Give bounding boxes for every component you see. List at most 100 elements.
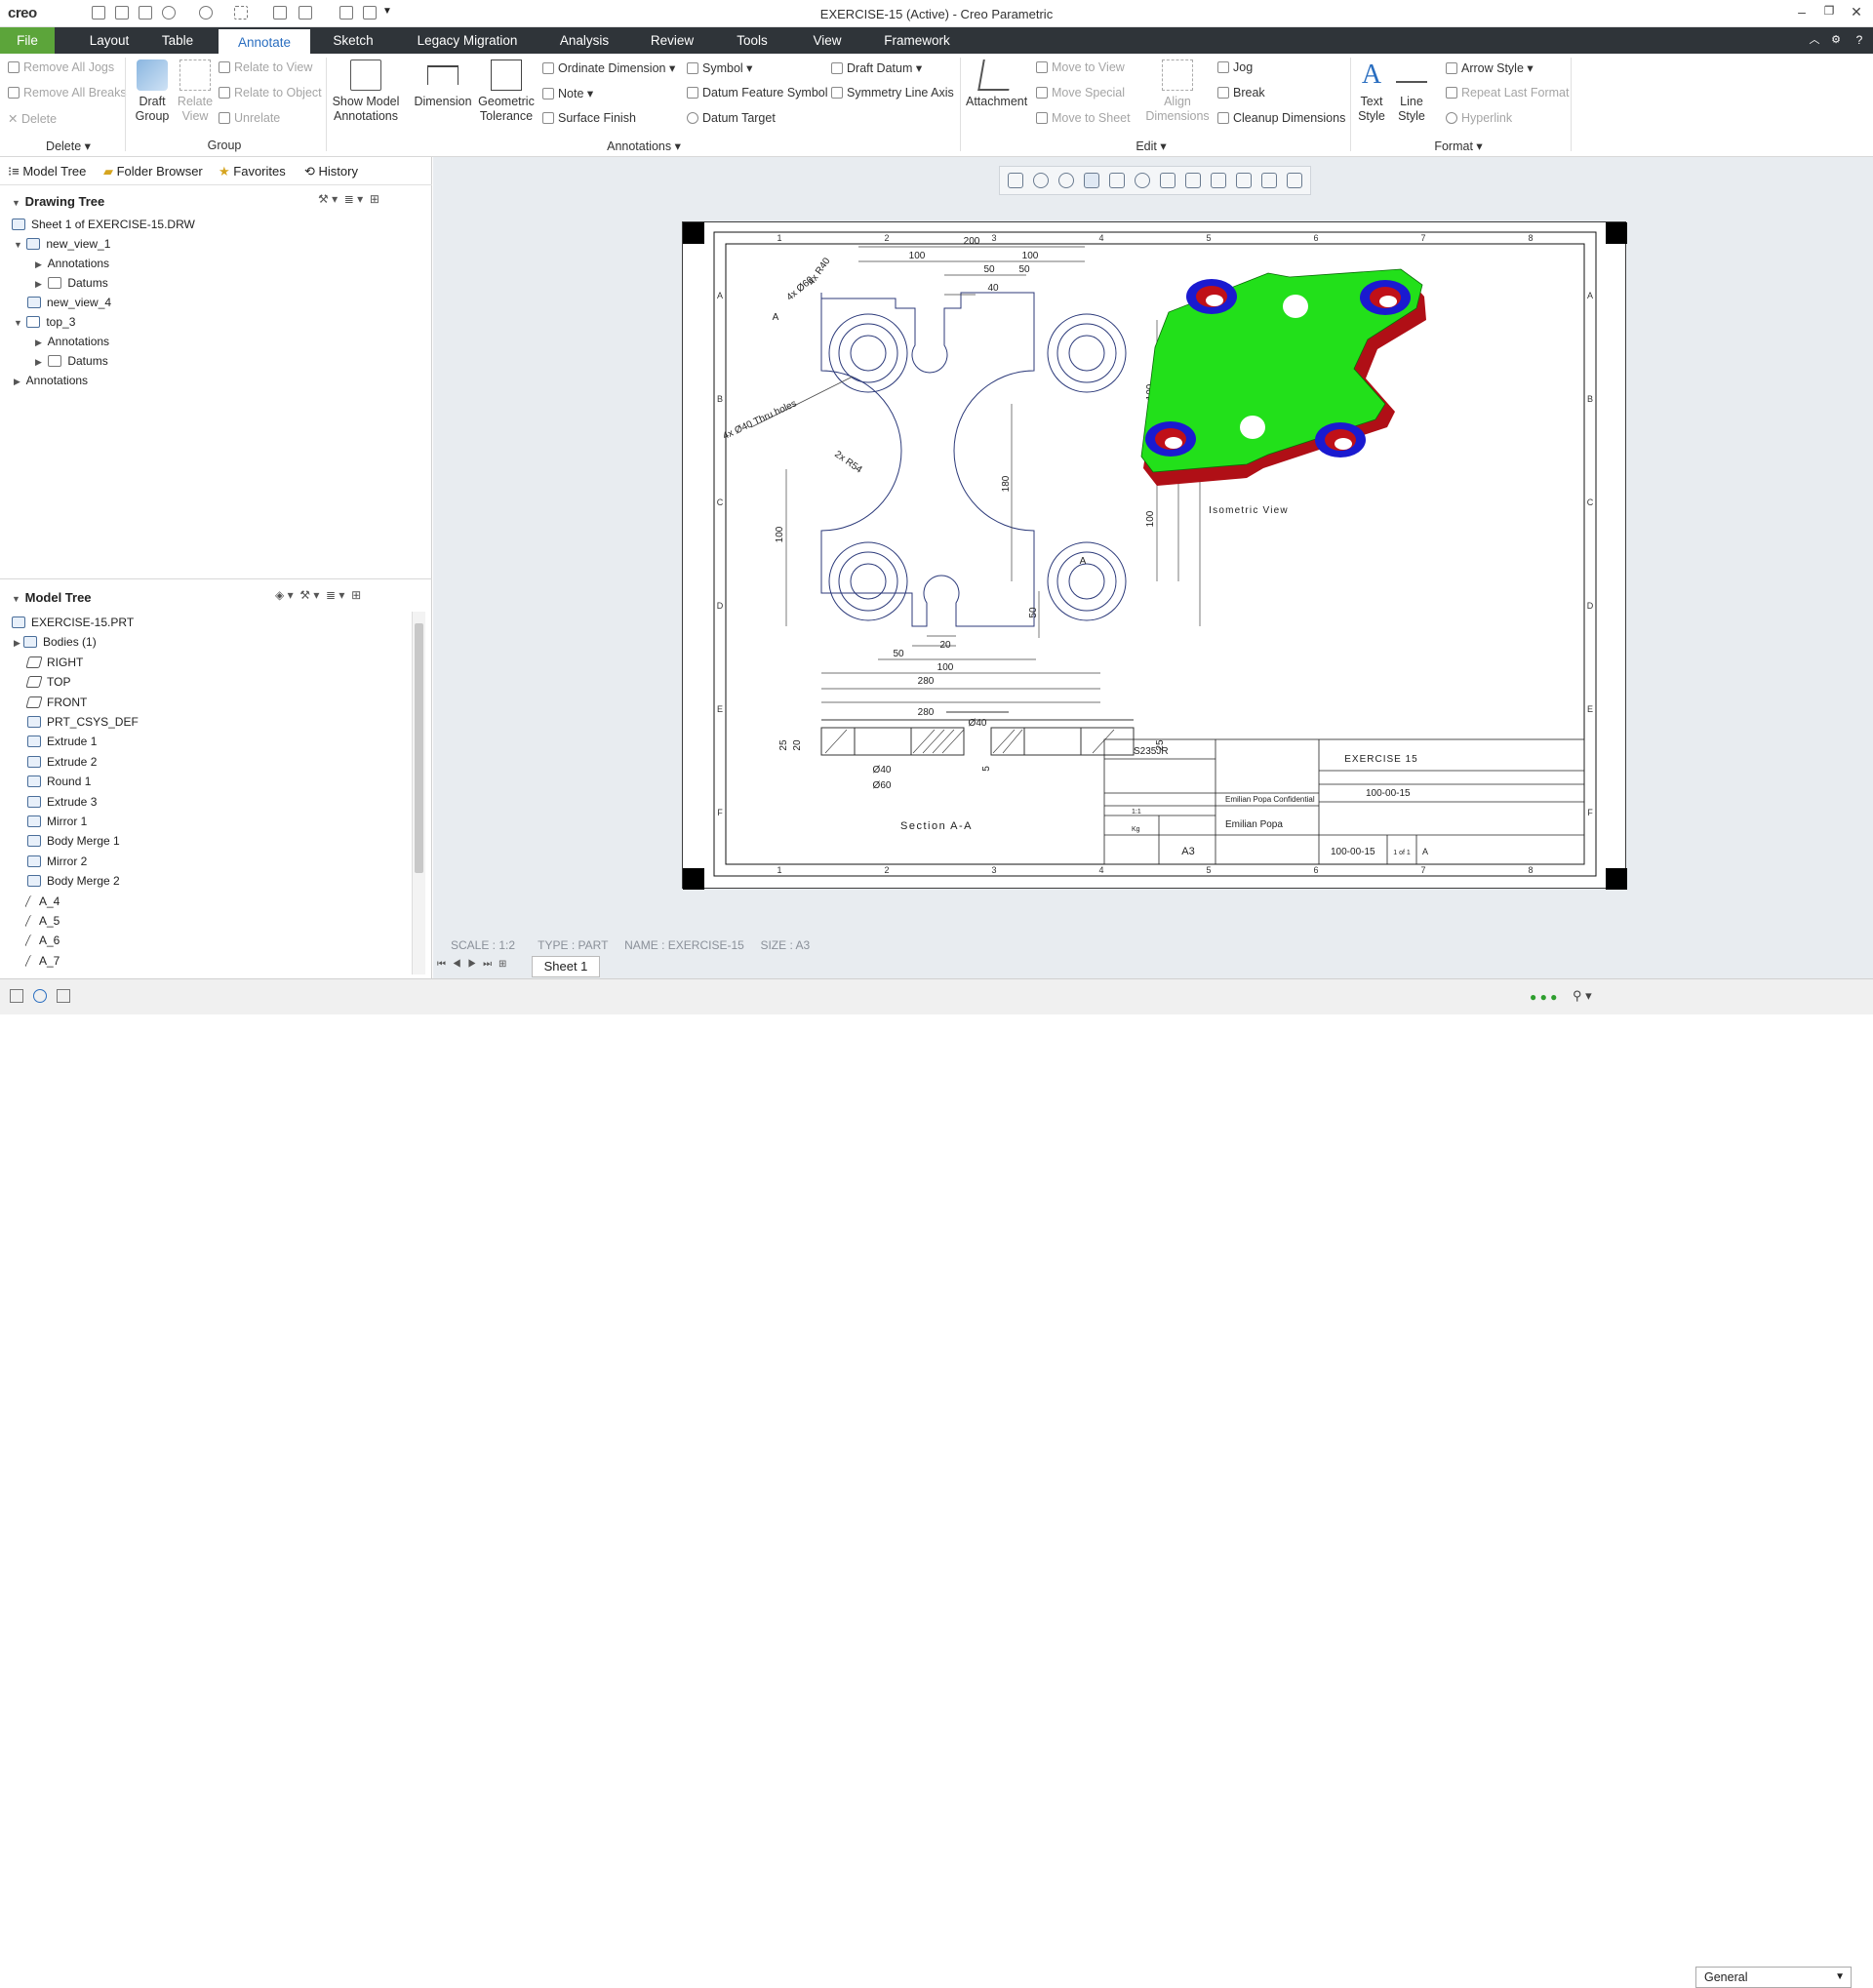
group-label-delete[interactable]: Delete ▾ <box>39 139 98 153</box>
delete-button[interactable]: ✕ Delete <box>8 111 57 126</box>
relate-to-view-button[interactable]: Relate to View <box>219 60 312 74</box>
sheet-display-icon[interactable] <box>1160 173 1176 188</box>
collapse-ribbon-icon[interactable]: ︿ <box>1805 27 1824 54</box>
repeat-last-format-button[interactable]: Repeat Last Format <box>1446 86 1569 99</box>
model-tree-item[interactable]: EXERCISE-15.PRT <box>12 616 134 629</box>
draft-group-button[interactable]: Draft Group <box>133 60 172 124</box>
tab-legacy-migration[interactable]: Legacy Migration <box>408 27 527 54</box>
restore-icon[interactable]: ❐ <box>1814 4 1844 18</box>
show-model-annotations-button[interactable]: Show Model Annotations <box>332 60 400 124</box>
tab-table[interactable]: Table <box>150 27 205 54</box>
jog-button[interactable]: Jog <box>1217 60 1253 74</box>
find-icon[interactable]: ⚲ ▾ <box>1573 988 1592 1004</box>
model-tree-item[interactable]: Extrude 1 <box>27 735 97 748</box>
tab-review[interactable]: Review <box>644 27 700 54</box>
model-tree-header[interactable]: ▼ Model Tree <box>12 590 92 605</box>
datum-display-icon[interactable] <box>1185 173 1201 188</box>
axis-display-icon[interactable] <box>1236 173 1252 188</box>
remove-all-breaks-button[interactable]: Remove All Breaks <box>8 86 127 99</box>
model-tree-item[interactable]: Round 1 <box>27 775 91 788</box>
draft-datum-button[interactable]: Draft Datum ▾ <box>831 60 922 75</box>
remove-all-jogs-button[interactable]: Remove All Jogs <box>8 60 114 74</box>
zoom-in-icon[interactable] <box>1033 173 1049 188</box>
model-tree-item[interactable]: A_5 <box>24 914 60 928</box>
csys-display-icon[interactable] <box>1287 173 1302 188</box>
tree-item-annotations[interactable]: ▶ Annotations <box>14 374 88 387</box>
tab-file[interactable]: File <box>0 27 55 54</box>
group-label-annotations[interactable]: Annotations ▾ <box>595 139 693 153</box>
full-screen-icon[interactable] <box>57 989 70 1003</box>
align-dimensions-button[interactable]: Align Dimensions <box>1143 60 1212 124</box>
surface-finish-button[interactable]: Surface Finish <box>542 111 636 125</box>
group-label-format[interactable]: Format ▾ <box>1424 139 1493 153</box>
close-app-icon[interactable]: ✕ <box>1842 4 1871 20</box>
model-tree-item[interactable]: TOP <box>25 675 70 689</box>
dimension-button[interactable]: Dimension <box>414 60 472 109</box>
model-tree-item[interactable]: FRONT <box>25 696 87 709</box>
minimize-icon[interactable]: – <box>1787 4 1816 20</box>
browser-icon[interactable] <box>33 989 47 1003</box>
tree-item-annotations[interactable]: ▶ Annotations <box>35 257 109 270</box>
model-tree-item[interactable]: PRT_CSYS_DEF <box>27 715 139 729</box>
help-icon[interactable]: ? <box>1850 27 1869 54</box>
symmetry-line-axis-button[interactable]: Symmetry Line Axis <box>831 86 954 99</box>
datum-feature-symbol-button[interactable]: Datum Feature Symbol <box>687 86 828 99</box>
model-tree-scrollbar[interactable] <box>412 612 425 974</box>
tab-tools[interactable]: Tools <box>730 27 775 54</box>
plane-display-icon[interactable] <box>1211 173 1226 188</box>
refit-icon[interactable] <box>1008 173 1023 188</box>
model-tree-settings-icon[interactable]: ◈ ▾ ⚒ ▾ ≣ ▾ ⊞ <box>275 588 361 602</box>
unrelate-button[interactable]: Unrelate <box>219 111 280 125</box>
note-button[interactable]: Note ▾ <box>542 86 593 100</box>
model-tree-item[interactable]: Extrude 2 <box>27 755 97 769</box>
cleanup-dimensions-button[interactable]: Cleanup Dimensions <box>1217 111 1345 125</box>
drawing-tree-header[interactable]: ▼ Drawing Tree <box>12 194 104 209</box>
scrollbar-thumb[interactable] <box>415 623 423 873</box>
tab-folder-browser[interactable]: ▰ Folder Browser <box>103 164 203 179</box>
sheet-nav-icons[interactable]: ⏮ ◀ ▶ ⏭ ⊞ <box>437 959 508 970</box>
geometric-tolerance-button[interactable]: Geometric Tolerance <box>476 60 537 124</box>
tree-item-annotations[interactable]: ▶ Annotations <box>35 335 109 348</box>
symbol-button[interactable]: Symbol ▾ <box>687 60 752 75</box>
model-tree-item[interactable]: Body Merge 1 <box>27 834 120 848</box>
display-style-icon[interactable] <box>1109 173 1125 188</box>
tree-item-sheet[interactable]: Sheet 1 of EXERCISE-15.DRW <box>12 218 195 231</box>
relate-to-object-button[interactable]: Relate to Object <box>219 86 322 99</box>
tab-layout[interactable]: Layout <box>78 27 140 54</box>
zoom-out-icon[interactable] <box>1058 173 1074 188</box>
datum-target-button[interactable]: Datum Target <box>687 111 776 125</box>
model-tree-item[interactable]: Body Merge 2 <box>27 874 120 888</box>
ordinate-dimension-button[interactable]: Ordinate Dimension ▾ <box>542 60 675 75</box>
line-style-button[interactable]: Line Style <box>1395 60 1428 124</box>
tab-framework[interactable]: Framework <box>876 27 958 54</box>
settings-icon[interactable]: ⚙ <box>1826 27 1846 54</box>
model-tree-item[interactable]: Extrude 3 <box>27 795 97 809</box>
tab-sketch[interactable]: Sketch <box>326 27 380 54</box>
group-label-edit[interactable]: Edit ▾ <box>1122 139 1180 153</box>
move-to-sheet-button[interactable]: Move to Sheet <box>1036 111 1131 125</box>
sheet-tab[interactable]: Sheet 1 <box>532 956 600 977</box>
model-tree-item[interactable]: A_4 <box>24 895 60 908</box>
repaint-icon[interactable] <box>1084 173 1099 188</box>
move-to-view-button[interactable]: Move to View <box>1036 60 1125 74</box>
model-tree-item[interactable]: RIGHT <box>25 656 83 669</box>
named-views-icon[interactable] <box>1135 173 1150 188</box>
attachment-button[interactable]: Attachment <box>966 60 1027 109</box>
drawing-sheet[interactable]: 1 1 2 2 3 3 4 4 5 5 6 6 7 7 8 8 A A B B C C D D E E F F 200 100 100… <box>682 221 1627 890</box>
model-tree-item[interactable]: Mirror 1 <box>27 815 87 828</box>
relate-view-button[interactable]: Relate View <box>176 60 215 124</box>
tree-settings-icon[interactable]: ⚒ ▾ ≣ ▾ ⊞ <box>318 192 379 206</box>
tab-favorites[interactable]: ★ Favorites <box>219 164 286 179</box>
text-style-button[interactable]: A Text Style <box>1356 60 1387 124</box>
tree-item-datums[interactable]: ▶ Datums <box>35 354 108 368</box>
tree-item-new-view-4[interactable]: new_view_4 <box>27 296 111 309</box>
show-navigator-icon[interactable] <box>10 989 23 1003</box>
tab-model-tree[interactable]: ⁝≡ Model Tree <box>8 164 86 179</box>
splitter[interactable] <box>0 578 432 579</box>
tab-annotate[interactable]: Annotate <box>219 27 310 54</box>
arrow-style-button[interactable]: Arrow Style ▾ <box>1446 60 1534 75</box>
model-tree-item[interactable]: A_7 <box>24 954 60 968</box>
model-tree-item[interactable]: A_6 <box>24 934 60 947</box>
tree-item-new-view-1[interactable]: ▼ new_view_1 <box>14 237 110 251</box>
move-special-button[interactable]: Move Special <box>1036 86 1125 99</box>
